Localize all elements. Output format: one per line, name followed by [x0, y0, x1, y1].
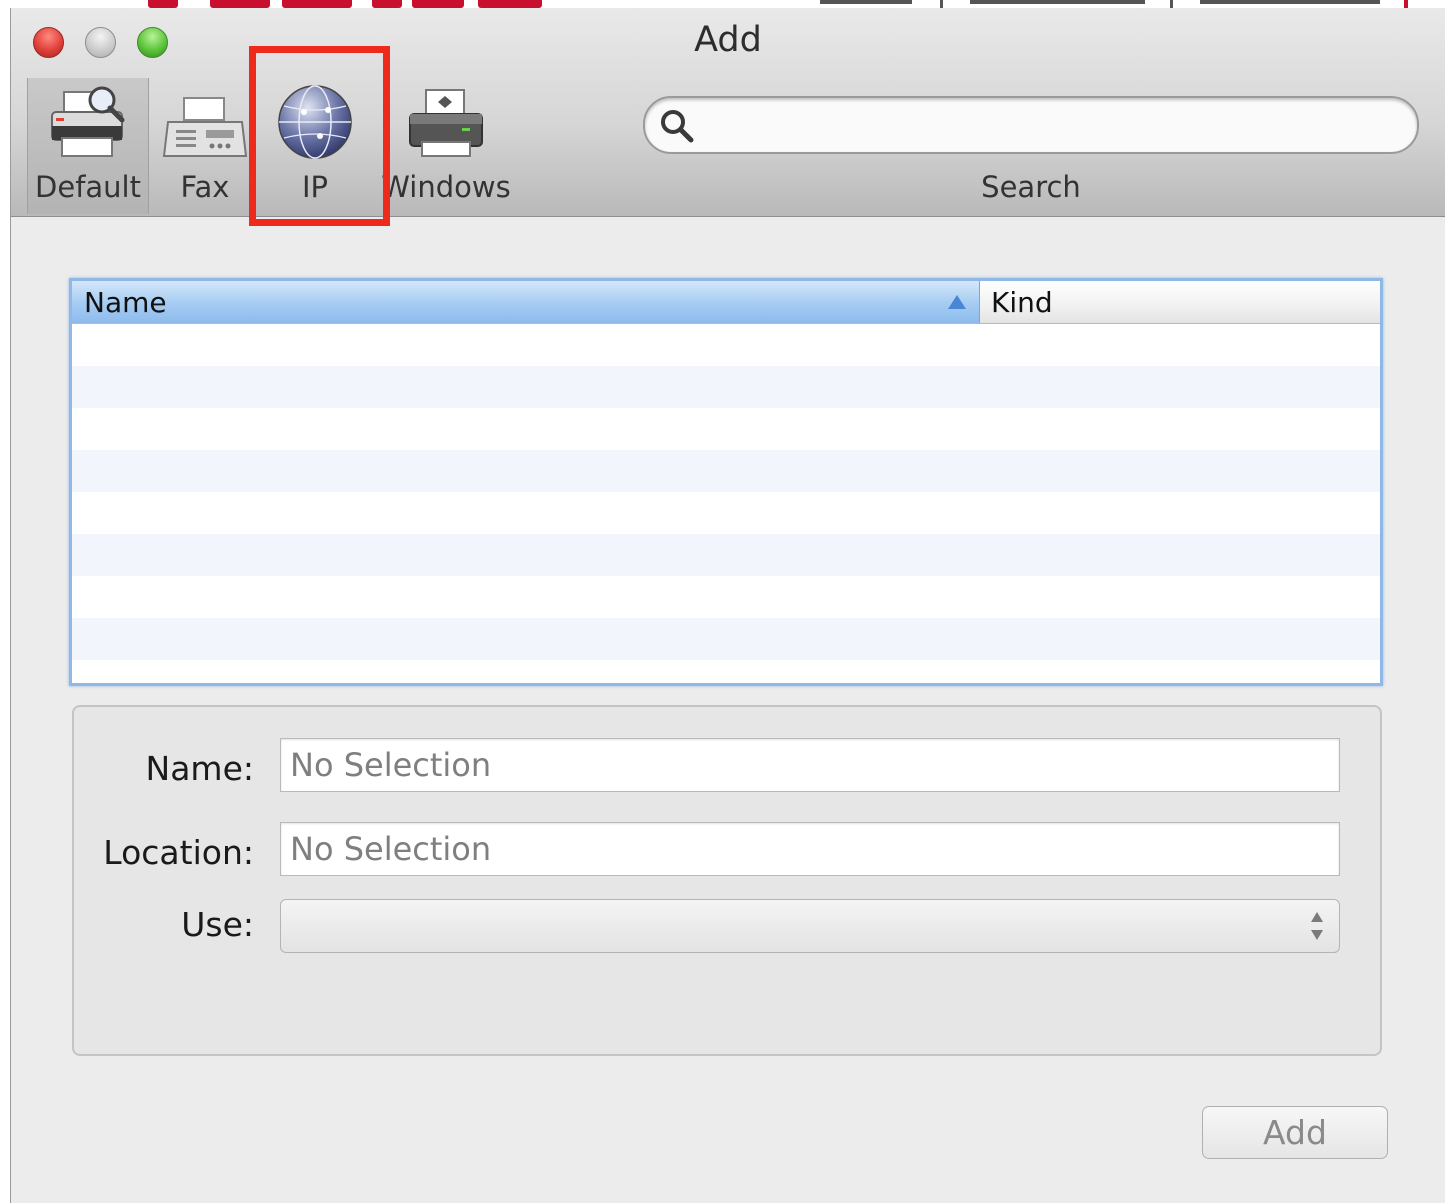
toolbar-label-windows: Windows — [381, 170, 511, 204]
column-header-kind[interactable]: Kind — [980, 281, 1380, 323]
table-row — [72, 576, 1380, 618]
printer-details-panel: Name: Location: Use: — [72, 705, 1382, 1056]
name-field[interactable] — [280, 738, 1340, 792]
search-input[interactable] — [701, 102, 1395, 148]
table-row — [72, 408, 1380, 450]
table-row — [72, 534, 1380, 576]
column-header-name[interactable]: Name — [72, 281, 980, 323]
toolbar-label-fax: Fax — [180, 170, 230, 204]
ip-highlight-box — [249, 46, 390, 226]
name-label: Name: — [145, 749, 254, 788]
toolbar-label-default: Default — [35, 170, 141, 204]
location-field[interactable] — [280, 822, 1340, 876]
default-printer-icon — [46, 82, 130, 170]
add-button[interactable]: Add — [1202, 1106, 1388, 1159]
column-header-name-label: Name — [84, 286, 167, 319]
toolbar-item-default[interactable]: Default — [27, 78, 149, 214]
table-row — [72, 324, 1380, 366]
table-row — [72, 366, 1380, 408]
use-popup-button[interactable] — [280, 899, 1340, 953]
table-row — [72, 492, 1380, 534]
search-field[interactable] — [643, 96, 1419, 154]
table-header: Name Kind — [72, 281, 1380, 324]
search-label: Search — [981, 170, 1081, 204]
fax-icon — [162, 82, 248, 170]
search-icon — [659, 108, 695, 148]
table-row — [72, 660, 1380, 683]
column-header-kind-label: Kind — [991, 286, 1053, 319]
toolbar-item-windows[interactable]: Windows — [381, 78, 511, 213]
sort-ascending-icon — [946, 293, 968, 315]
add-printer-window: Add Default Fax IP Windows Search Name K… — [10, 8, 1445, 1203]
toolbar-item-fax[interactable]: Fax — [161, 78, 249, 213]
printer-list-table[interactable]: Name Kind — [69, 278, 1383, 686]
up-down-arrows-icon — [1309, 910, 1325, 946]
table-body — [72, 324, 1380, 683]
window-title: Add — [694, 20, 762, 60]
toolbar: Add Default Fax IP Windows Search — [11, 8, 1445, 217]
windows-printer-icon — [406, 82, 486, 170]
table-row — [72, 618, 1380, 660]
table-row — [72, 450, 1380, 492]
use-label: Use: — [181, 905, 254, 944]
location-label: Location: — [103, 833, 254, 872]
